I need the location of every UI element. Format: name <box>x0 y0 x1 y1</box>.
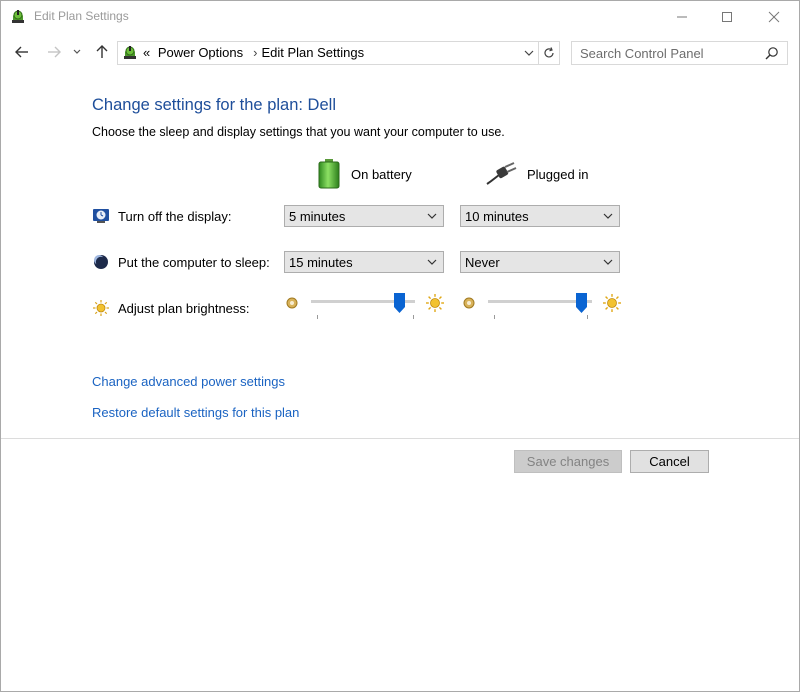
column-header-plugged-in: Plugged in <box>485 159 588 189</box>
page-description: Choose the sleep and display settings th… <box>92 125 505 139</box>
turn-off-display-label: Turn off the display: <box>118 208 232 224</box>
forward-arrow-icon <box>48 46 61 58</box>
address-bar[interactable]: « Power Options › Edit Plan Settings <box>117 41 560 65</box>
display-plugged-select[interactable]: 10 minutes <box>460 205 620 227</box>
breadcrumb-separator-icon: › <box>253 45 258 60</box>
chevron-down-icon <box>524 50 534 56</box>
navigation-bar: « Power Options › Edit Plan Settings Searc… <box>1 36 799 70</box>
bright-brightness-icon <box>603 294 621 312</box>
up-button[interactable] <box>92 42 112 62</box>
monitor-icon <box>92 207 110 225</box>
footer-divider <box>1 438 799 439</box>
plug-icon <box>486 162 517 185</box>
slider-thumb[interactable] <box>575 293 587 313</box>
chevron-down-icon <box>427 213 437 219</box>
sleep-plugged-value: Never <box>465 255 500 270</box>
save-changes-button[interactable]: Save changes <box>514 450 622 473</box>
breadcrumb-power-options[interactable]: Power Options <box>158 45 243 60</box>
forward-button[interactable] <box>44 42 64 62</box>
maximize-button[interactable] <box>704 1 750 33</box>
up-arrow-icon <box>96 45 108 58</box>
sleep-battery-select[interactable]: 15 minutes <box>284 251 444 273</box>
chevron-down-icon <box>427 259 437 265</box>
dim-brightness-icon <box>463 297 475 309</box>
on-battery-label: On battery <box>351 166 412 182</box>
display-battery-value: 5 minutes <box>289 209 346 224</box>
chevron-down-icon <box>603 259 613 265</box>
battery-icon <box>318 159 340 189</box>
close-button[interactable] <box>751 1 797 33</box>
window-title: Edit Plan Settings <box>34 9 129 23</box>
slider-tick <box>413 315 414 319</box>
breadcrumb: « Power Options › Edit Plan Settings <box>143 45 368 60</box>
recent-locations-button[interactable] <box>70 42 84 62</box>
slider-thumb[interactable] <box>393 293 405 313</box>
dim-brightness-icon <box>286 297 298 309</box>
brightness-sun-icon <box>92 299 110 317</box>
slider-tick <box>317 315 318 319</box>
cancel-button[interactable]: Cancel <box>630 450 709 473</box>
brightness-plugged-slider[interactable] <box>462 291 622 321</box>
plugged-in-label: Plugged in <box>527 166 589 182</box>
power-options-icon <box>122 45 138 61</box>
breadcrumb-edit-plan-settings[interactable]: Edit Plan Settings <box>261 45 364 60</box>
sleep-battery-value: 15 minutes <box>289 255 353 270</box>
maximize-icon <box>722 12 732 22</box>
sleep-row: Put the computer to sleep: <box>92 253 270 271</box>
minimize-icon <box>677 16 687 18</box>
brightness-row: Adjust plan brightness: <box>92 299 250 317</box>
edit-plan-settings-window: Edit Plan Settings « Power Options › Edi… <box>0 0 800 692</box>
page-title: Change settings for the plan: Dell <box>92 96 336 114</box>
chevron-down-icon <box>603 213 613 219</box>
search-icon[interactable] <box>765 46 779 60</box>
search-input[interactable]: Search Control Panel <box>580 46 704 61</box>
bright-brightness-icon <box>426 294 444 312</box>
address-history-button[interactable] <box>520 43 538 63</box>
refresh-button[interactable] <box>538 42 559 64</box>
restore-default-settings-link[interactable]: Restore default settings for this plan <box>92 405 299 420</box>
turn-off-display-row: Turn off the display: <box>92 207 231 225</box>
slider-tick <box>587 315 588 319</box>
back-button[interactable] <box>12 42 32 62</box>
slider-tick <box>494 315 495 319</box>
recent-dropdown-icon <box>73 49 81 54</box>
display-plugged-value: 10 minutes <box>465 209 529 224</box>
brightness-battery-slider[interactable] <box>285 291 445 321</box>
refresh-icon <box>544 47 554 58</box>
power-options-icon <box>10 9 26 25</box>
breadcrumb-overflow[interactable]: « <box>143 45 150 60</box>
minimize-button[interactable] <box>659 1 705 33</box>
sleep-label: Put the computer to sleep: <box>118 254 270 270</box>
sleep-plugged-select[interactable]: Never <box>460 251 620 273</box>
close-icon <box>768 11 780 23</box>
back-arrow-icon <box>15 46 28 58</box>
column-header-on-battery: On battery <box>317 159 412 189</box>
display-battery-select[interactable]: 5 minutes <box>284 205 444 227</box>
brightness-label: Adjust plan brightness: <box>118 300 250 316</box>
change-advanced-power-settings-link[interactable]: Change advanced power settings <box>92 374 285 389</box>
title-bar: Edit Plan Settings <box>1 1 799 33</box>
search-box[interactable]: Search Control Panel <box>571 41 788 65</box>
sleep-moon-icon <box>92 253 110 271</box>
